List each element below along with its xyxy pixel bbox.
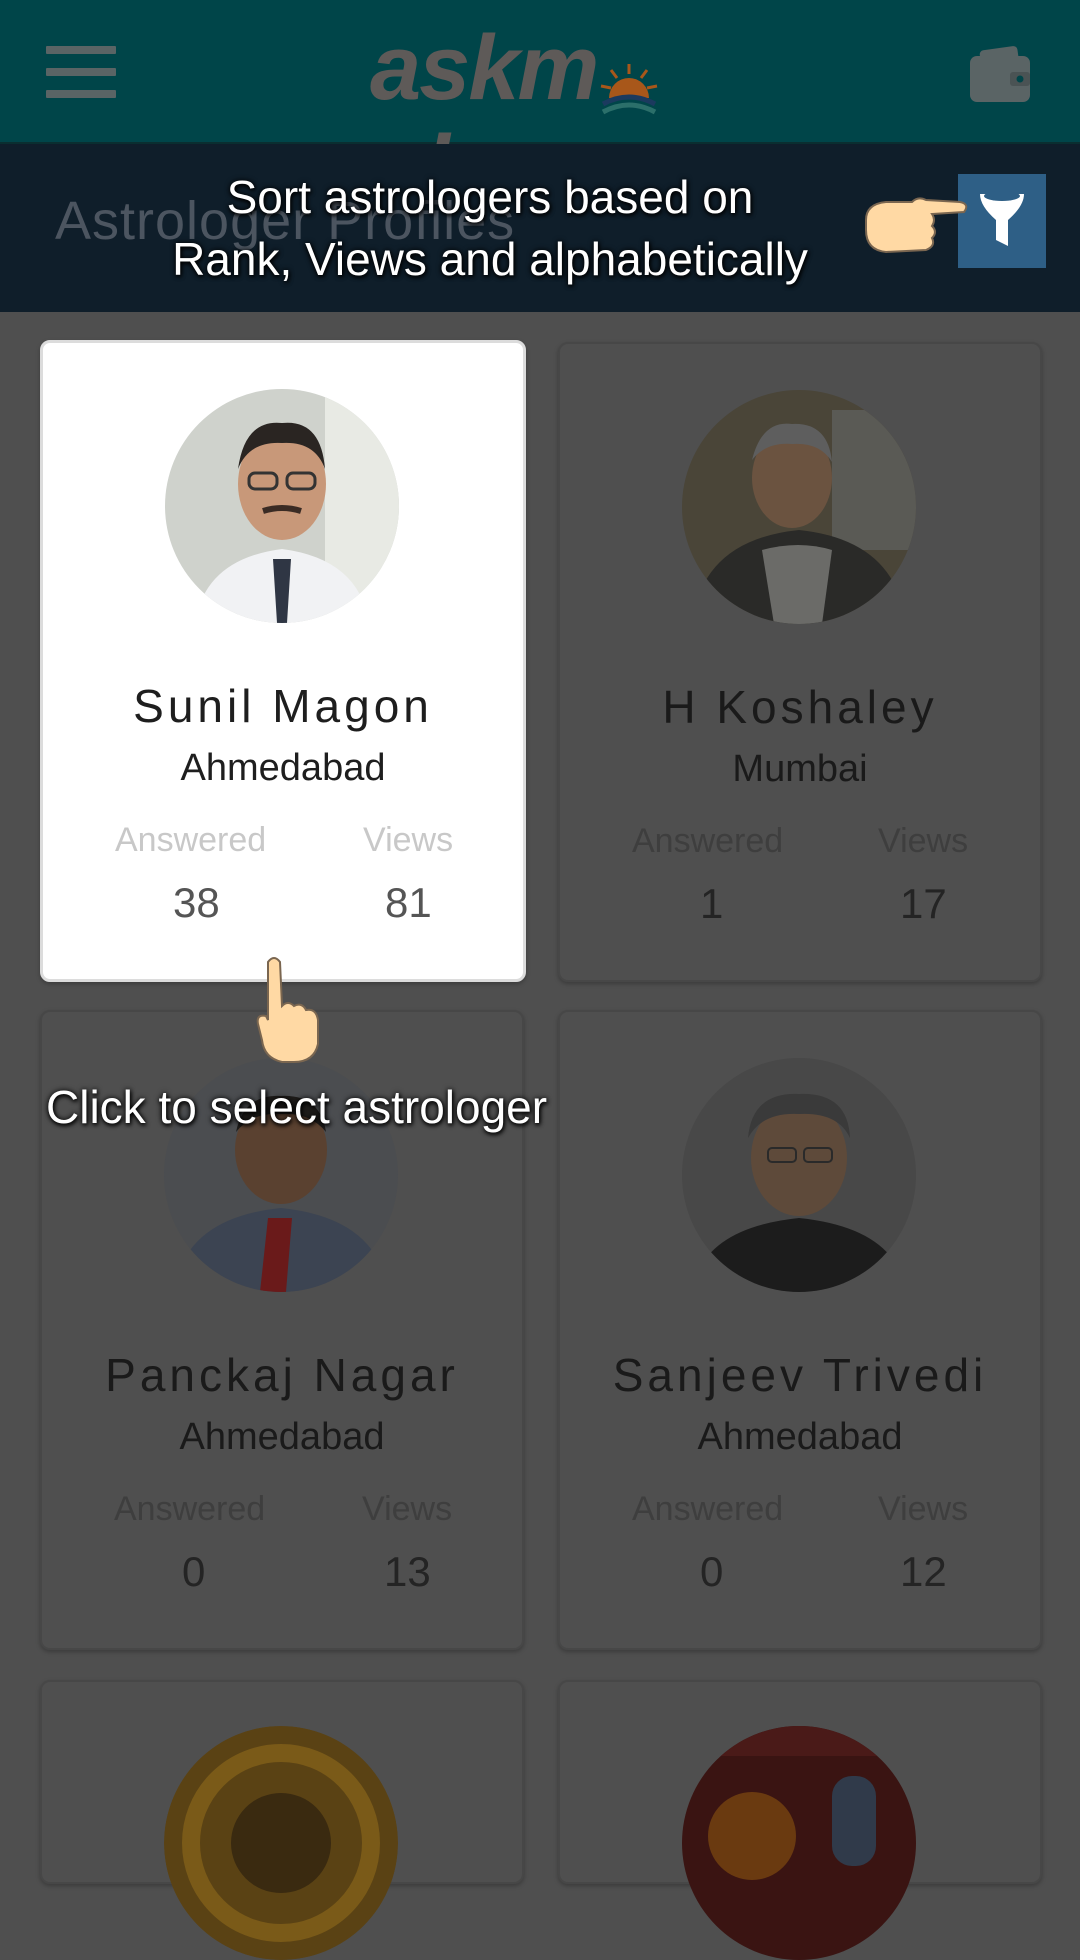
views-count: 12: [900, 1548, 947, 1595]
astrologer-avatar: [682, 390, 916, 624]
astrologer-avatar: [165, 389, 399, 623]
app-logo: askm nk: [370, 18, 720, 218]
pointing-hand-up-icon: [256, 957, 319, 1063]
answered-count: 0: [182, 1548, 206, 1595]
astrologer-card[interactable]: H Koshaley Mumbai Answered Views 1 17: [558, 342, 1042, 982]
views-count: 81: [385, 879, 432, 926]
answered-count: 0: [700, 1548, 724, 1595]
astrologer-card[interactable]: Sunil Magon Ahmedabad Answered Views 38 …: [40, 340, 526, 982]
astrologer-avatar: [164, 1726, 398, 1960]
astrologer-name: Panckaj Nagar: [105, 1349, 459, 1401]
astrologer-name: Sunil Magon: [133, 680, 433, 732]
answered-count: 38: [173, 879, 220, 926]
astrologer-city: Ahmedabad: [179, 1416, 385, 1458]
views-count: 17: [900, 880, 947, 927]
views-label: Views: [362, 1490, 453, 1528]
astrologer-name: H Koshaley: [662, 681, 938, 733]
answered-label: Answered: [632, 1490, 784, 1528]
wallet-icon[interactable]: [970, 46, 1030, 102]
views-count: 13: [384, 1548, 431, 1595]
astrologer-city: Ahmedabad: [697, 1416, 903, 1458]
sort-coachmark-line1: Sort astrologers based on: [226, 171, 754, 223]
answered-label: Answered: [115, 821, 267, 859]
answered-label: Answered: [632, 822, 784, 860]
answered-count: 1: [700, 880, 724, 927]
astrologer-card[interactable]: [40, 1680, 524, 1960]
astrologer-avatar: [682, 1058, 916, 1292]
astrologer-name: Sanjeev Trivedi: [612, 1349, 988, 1401]
sort-coachmark: Sort astrologers based on Rank, Views an…: [150, 166, 830, 290]
views-label: Views: [878, 1490, 969, 1528]
select-coachmark: Click to select astrologer: [46, 1081, 548, 1133]
sun-logo-icon: [597, 43, 661, 114]
hamburger-menu-icon[interactable]: [46, 46, 116, 98]
astrologer-city: Mumbai: [732, 748, 868, 790]
pointing-hand-right-icon: [865, 197, 968, 254]
answered-label: Answered: [114, 1490, 266, 1528]
views-label: Views: [878, 822, 969, 860]
astrologer-city: Ahmedabad: [180, 747, 386, 789]
sort-coachmark-line2: Rank, Views and alphabetically: [172, 233, 808, 285]
app-header: askm nk: [0, 0, 1080, 218]
astrologer-card[interactable]: [558, 1680, 1042, 1960]
views-label: Views: [363, 821, 454, 859]
astrologer-avatar: [682, 1726, 916, 1960]
